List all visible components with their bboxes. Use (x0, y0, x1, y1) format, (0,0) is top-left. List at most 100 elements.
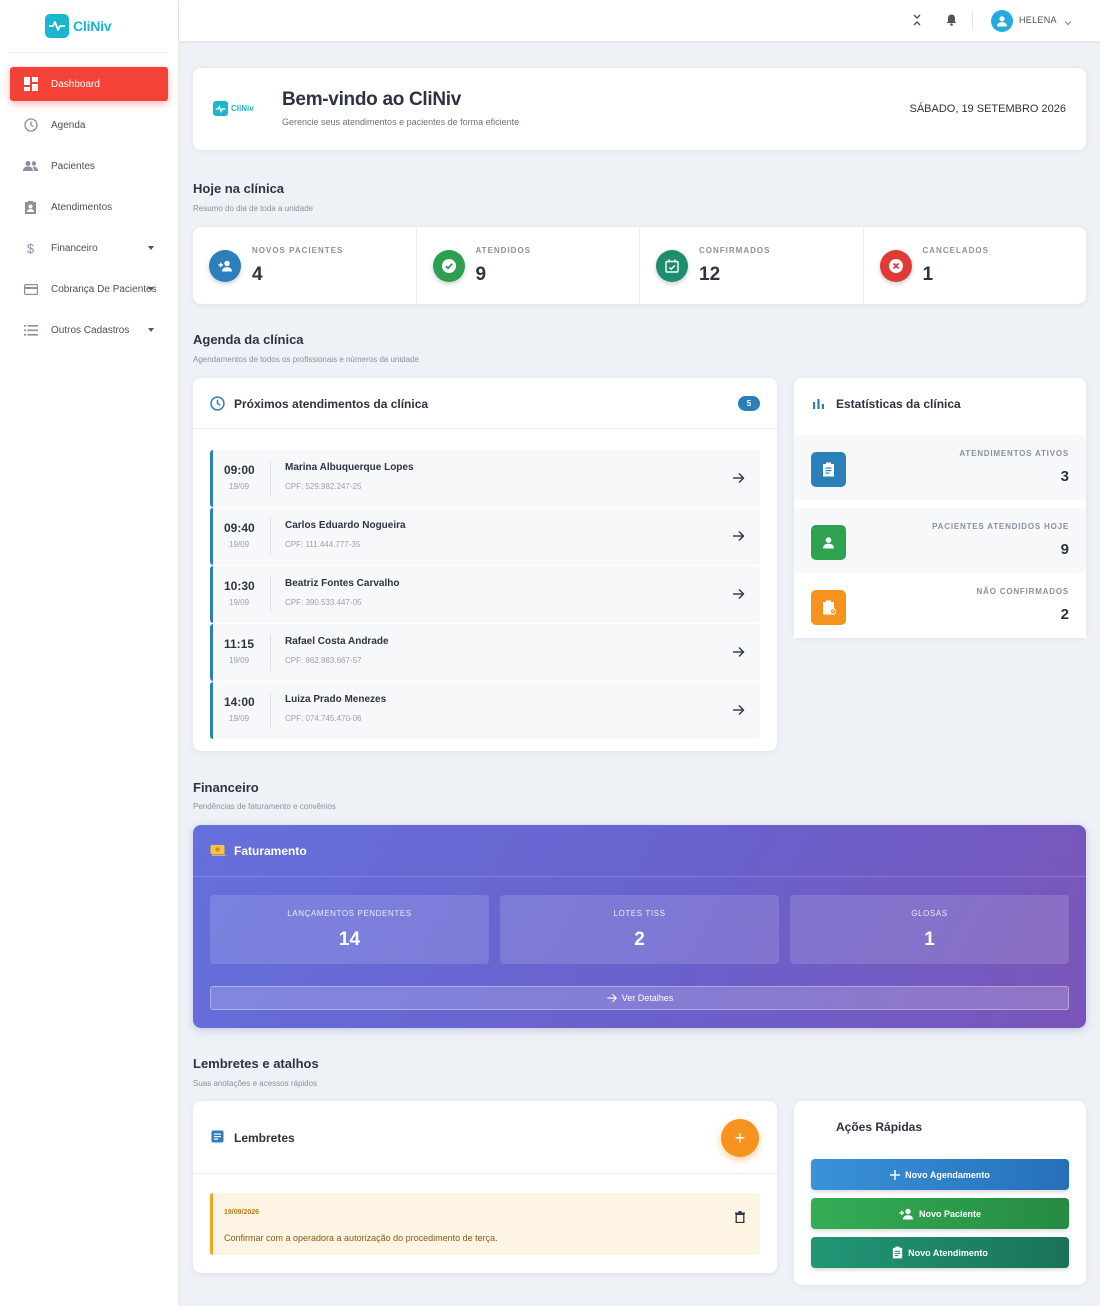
sidebar-item-atendimentos[interactable]: Atendimentos (10, 190, 168, 224)
stat-value: 1 (922, 264, 934, 285)
people-icon (23, 159, 38, 174)
arrow-right-icon[interactable] (732, 587, 745, 605)
view-details-label: Ver Detalhes (621, 993, 674, 1003)
sidebar-item-dashboard[interactable]: Dashboard (10, 67, 168, 101)
divider (270, 518, 271, 555)
stat-value: 4 (252, 264, 263, 285)
billing-value: 1 (924, 929, 935, 950)
person-icon (811, 525, 846, 560)
current-date: SÁBADO, 19 SETEMBRO 2026 (909, 103, 1066, 115)
stat-confirmados[interactable]: CONFIRMADOS 12 (640, 227, 864, 304)
clock-icon (210, 396, 225, 416)
reminder-item: 19/09/2026 Confirmar com a operadora a a… (210, 1193, 760, 1255)
welcome-title: Bem-vindo ao CliNiv (282, 89, 462, 110)
reminder-text: Confirmar com a operadora a autorização … (224, 1233, 498, 1243)
button-label: Novo Atendimento (908, 1247, 988, 1258)
appointment-time: 09:40 (224, 521, 255, 535)
stat-label: NÃO CONFIRMADOS (976, 587, 1069, 596)
trash-icon[interactable] (735, 1210, 745, 1228)
arrow-right-icon (607, 993, 617, 1003)
stat-value: 9 (475, 264, 487, 285)
appointment-item[interactable]: 11:15 19/09 Rafael Costa Andrade CPF: 86… (210, 624, 760, 681)
arrow-right-icon[interactable] (732, 703, 745, 721)
bar-chart-icon (812, 397, 825, 415)
welcome-subtitle: Gerencie seus atendimentos e pacientes d… (282, 117, 520, 127)
divider (270, 634, 271, 671)
billing-label: LANÇAMENTOS PENDENTES (287, 909, 412, 918)
new-appointment-button[interactable]: Novo Agendamento (811, 1159, 1069, 1190)
stat-value: 3 (1060, 468, 1069, 485)
sidebar-item-agenda[interactable]: Agenda (10, 108, 168, 142)
appointment-item[interactable]: 09:00 19/09 Marina Albuquerque Lopes CPF… (210, 450, 760, 507)
sidebar-item-pacientes[interactable]: Pacientes (10, 149, 168, 183)
arrow-right-icon[interactable] (732, 529, 745, 547)
sidebar-item-financeiro[interactable]: $ Financeiro (10, 231, 168, 265)
caret-down-icon (148, 328, 154, 332)
clipboard-list-icon (893, 1246, 903, 1259)
sidebar-item-cobranca[interactable]: Cobrança De Pacientes (10, 272, 168, 306)
topbar: HELENA (179, 0, 1100, 41)
card-header: Faturamento (193, 825, 1086, 877)
reminders-card: Lembretes + 19/09/2026 Confirmar com a o… (193, 1101, 777, 1273)
button-label: Novo Paciente (918, 1208, 982, 1219)
chevron-down-icon[interactable] (1064, 14, 1072, 32)
user-name[interactable]: HELENA (1019, 15, 1057, 25)
appointment-item[interactable]: 10:30 19/09 Beatriz Fontes Carvalho CPF:… (210, 566, 760, 623)
brand-logo[interactable]: CliNiv (10, 0, 168, 53)
billing-label: GLOSAS (911, 909, 948, 918)
stat-label: ATENDIMENTOS ATIVOS (959, 449, 1069, 458)
appointment-time: 10:30 (224, 579, 255, 593)
stat-atendidos[interactable]: ATENDIDOS 9 (417, 227, 640, 304)
welcome-card: CliNiv Bem-vindo ao CliNiv Gerencie seus… (193, 68, 1086, 150)
card-title: Ações Rápidas (836, 1120, 923, 1134)
stat-value: 12 (699, 264, 721, 285)
arrow-right-icon[interactable] (732, 471, 745, 489)
card-header: Lembretes + (193, 1101, 777, 1174)
billing-box-lotes-tiss[interactable]: LOTES TISS 2 (500, 895, 779, 964)
caret-down-icon (148, 287, 154, 291)
divider (270, 460, 271, 497)
new-patient-button[interactable]: Novo Paciente (811, 1198, 1069, 1229)
add-reminder-button[interactable]: + (721, 1119, 759, 1157)
collapse-icon[interactable] (910, 13, 924, 27)
plus-icon (890, 1169, 901, 1180)
pulse-logo-icon (45, 14, 69, 38)
appointment-item[interactable]: 09:40 19/09 Carlos Eduardo Nogueira CPF:… (210, 508, 760, 565)
card-title: Faturamento (234, 844, 307, 858)
bell-icon[interactable] (944, 13, 958, 27)
new-service-button[interactable]: Novo Atendimento (811, 1237, 1069, 1268)
billing-card: Faturamento LANÇAMENTOS PENDENTES 14 LOT… (193, 825, 1086, 1028)
appointment-date: 19/09 (229, 598, 250, 607)
dashboard-icon (23, 77, 38, 92)
stat-label: NOVOS PACIENTES (252, 246, 344, 255)
patient-name: Marina Albuquerque Lopes (285, 462, 414, 473)
patient-cpf: CPF: 074.745.470-06 (285, 714, 362, 723)
patient-cpf: CPF: 111.444.777-35 (285, 540, 361, 549)
billing-box-lancamentos[interactable]: LANÇAMENTOS PENDENTES 14 (210, 895, 489, 964)
view-details-button[interactable]: Ver Detalhes (210, 986, 1069, 1010)
arrow-right-icon[interactable] (732, 645, 745, 663)
stat-row-atendimentos-ativos: ATENDIMENTOS ATIVOS 3 (794, 435, 1086, 500)
user-avatar[interactable] (991, 10, 1013, 32)
billing-box-glosas[interactable]: GLOSAS 1 (790, 895, 1069, 964)
patient-cpf: CPF: 390.533.447-05 (285, 598, 362, 607)
calendar-check-icon (656, 250, 688, 282)
sidebar-item-label: Pacientes (51, 160, 95, 172)
card-header: Próximos atendimentos da clínica 5 (193, 378, 777, 429)
credit-card-icon (23, 282, 38, 297)
appointment-item[interactable]: 14:00 19/09 Luiza Prado Menezes CPF: 074… (210, 682, 760, 739)
stat-row-nao-confirmados: NÃO CONFIRMADOS 2 (794, 573, 1086, 638)
stat-novos-pacientes[interactable]: NOVOS PACIENTES 4 (193, 227, 417, 304)
welcome-logo-text: CliNiv (231, 104, 254, 113)
list-icon (23, 323, 38, 338)
stat-cancelados[interactable]: CANCELADOS 1 (864, 227, 1087, 304)
stat-label: CONFIRMADOS (699, 246, 771, 255)
sidebar-item-label: Cobrança De Pacientes (51, 283, 157, 295)
cancel-circle-icon (879, 250, 912, 282)
section-title-agenda: Agenda da clínica (193, 332, 304, 347)
billing-value: 14 (338, 929, 361, 950)
today-stats-card: NOVOS PACIENTES 4 ATENDIDOS 9 CONFIRMADO… (193, 227, 1086, 304)
billing-label: LOTES TISS (613, 909, 666, 918)
sidebar-item-outros-cadastros[interactable]: Outros Cadastros (10, 313, 168, 347)
button-label: Novo Agendamento (905, 1169, 990, 1180)
